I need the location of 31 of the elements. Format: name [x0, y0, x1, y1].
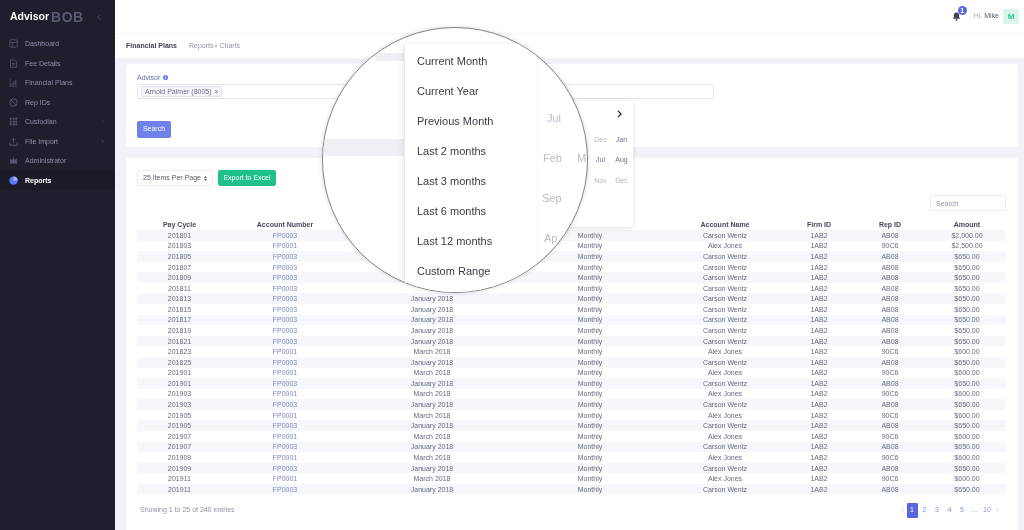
- date-range-option[interactable]: Last 6 months: [417, 205, 487, 217]
- pie-chart-icon: [9, 175, 18, 185]
- logo-mark: BOB: [51, 9, 84, 24]
- info-icon: [163, 75, 169, 80]
- date-range-option[interactable]: Last 3 months: [417, 175, 487, 187]
- date-range-option[interactable]: Current Year: [417, 85, 479, 97]
- document-icon: [9, 58, 18, 68]
- crown-icon: [9, 156, 18, 166]
- magnified-month-label: Jul: [547, 112, 562, 125]
- grid-icon: [9, 117, 18, 127]
- chevron-left-icon: [97, 13, 101, 20]
- circle-slash-icon: [9, 97, 18, 107]
- bell-icon: [951, 12, 961, 21]
- logo-text: Advisor: [10, 11, 50, 22]
- upload-icon: [9, 136, 18, 146]
- notifications-button[interactable]: [951, 12, 961, 21]
- magnified-month-label: Sep: [542, 192, 562, 205]
- collapse-sidebar-button[interactable]: [97, 13, 101, 20]
- date-range-option[interactable]: Previous Month: [417, 115, 494, 127]
- magnified-month-label: Feb: [543, 152, 562, 165]
- sort-arrows-icon: [204, 175, 207, 181]
- bar-chart-icon: [9, 78, 18, 88]
- layout-icon: [9, 39, 18, 49]
- magnified-month-label: M: [577, 152, 587, 165]
- date-range-option[interactable]: Current Month: [417, 55, 488, 67]
- date-range-option[interactable]: Custom Range: [417, 265, 491, 277]
- next-year-button[interactable]: [617, 110, 622, 118]
- date-range-option[interactable]: Last 2 months: [417, 145, 487, 157]
- magnified-month-label: Ap: [544, 232, 558, 245]
- chevron-right-icon: [617, 110, 622, 118]
- date-range-option[interactable]: Last 12 months: [417, 235, 493, 247]
